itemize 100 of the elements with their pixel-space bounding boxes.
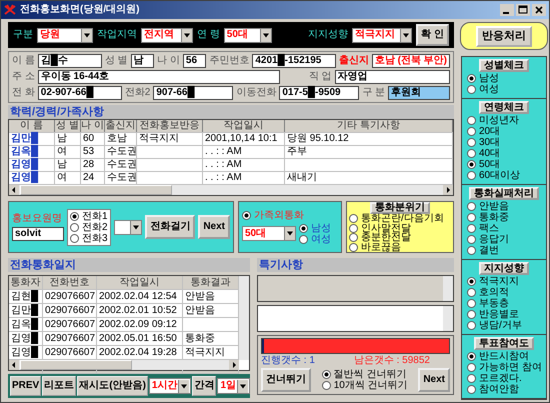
input-field[interactable]: 02-907-66█	[38, 86, 122, 100]
toolbar-button[interactable]: 리포트	[42, 376, 76, 396]
column-header[interactable]: 전화번호	[43, 276, 97, 289]
scroll-right-icon[interactable]	[229, 360, 239, 370]
radio-button[interactable]: 결번	[467, 245, 546, 256]
radio-button[interactable]: 60대이상	[467, 170, 546, 181]
minimize-icon[interactable]	[500, 4, 514, 16]
input-field[interactable]: 남	[130, 54, 154, 68]
radio-button[interactable]: 통화곤란/다음기회	[349, 214, 451, 224]
scroll-right-icon[interactable]	[443, 185, 453, 195]
radio-button[interactable]: 30대	[467, 137, 546, 148]
filter-dropdown[interactable]: 전지역	[141, 28, 193, 42]
table-cell: 김옥█	[9, 146, 55, 158]
column-header[interactable]: 나 이	[81, 120, 105, 132]
horizontal-scrollbar[interactable]	[9, 360, 239, 370]
radio-button[interactable]: 50대	[467, 159, 546, 170]
radio-button[interactable]: 여성	[299, 234, 331, 244]
input-field[interactable]: 우이동 16-44호	[38, 70, 280, 84]
scrollbar-thumb[interactable]	[20, 360, 132, 370]
period-dropdown[interactable]: 1시간	[148, 378, 192, 394]
filter-dropdown[interactable]: 50대	[224, 28, 272, 42]
radio-button[interactable]: 호의적	[467, 287, 546, 298]
group-header-button[interactable]: 지지성향	[479, 262, 529, 275]
filter-dropdown[interactable]: 적극지지	[352, 28, 412, 42]
table-cell: 60	[81, 133, 105, 145]
table-cell: 여	[55, 172, 81, 184]
radio-button[interactable]: 전화3	[70, 232, 108, 244]
call-button[interactable]: 전화걸기	[145, 215, 196, 239]
column-header[interactable]: 이 름	[9, 120, 55, 132]
radio-button[interactable]: 팩스	[467, 223, 546, 234]
radio-button[interactable]: 참여안함	[467, 384, 546, 395]
group-header-button[interactable]: 연령체크	[479, 101, 529, 114]
phone-dropdown[interactable]	[114, 220, 142, 234]
group-header-button[interactable]: 통화실패처리	[469, 187, 539, 200]
radio-button[interactable]: 인사말전달	[349, 224, 451, 233]
radio-button[interactable]: 모르겠다.	[467, 373, 546, 384]
interval-dropdown[interactable]: 1일	[217, 378, 250, 394]
radio-button[interactable]: 40대	[467, 148, 546, 159]
scrollbar-thumb[interactable]	[20, 185, 172, 195]
confirm-button[interactable]: 확 인	[416, 24, 449, 46]
notes-text-area[interactable]	[257, 305, 454, 332]
filter-dropdown[interactable]: 당원	[37, 28, 93, 42]
age-dropdown[interactable]: 50대	[242, 226, 296, 241]
radio-button[interactable]: 반드시참여	[467, 351, 546, 362]
call-button[interactable]: Next	[198, 215, 230, 239]
caller-field[interactable]: solvit	[12, 227, 64, 241]
scroll-left-icon[interactable]	[9, 360, 19, 370]
radio-button[interactable]: 부동층	[467, 298, 546, 309]
scroll-left-icon[interactable]	[9, 185, 19, 195]
radio-button[interactable]: 충분한전달	[349, 233, 451, 242]
input-field[interactable]: 907-66█	[153, 86, 234, 100]
radio-button[interactable]: 바로끊음	[349, 242, 451, 252]
table-cell: 김만█	[9, 304, 43, 317]
radio-button[interactable]: 안받음	[467, 201, 546, 212]
column-header[interactable]: 작업일시	[203, 120, 285, 132]
reaction-button[interactable]: 반응처리	[460, 22, 548, 50]
radio-button[interactable]: 가능하면 참여	[467, 362, 546, 373]
column-header[interactable]: 출신지	[105, 120, 137, 132]
radio-button[interactable]: 전화2	[70, 222, 108, 232]
radio-button[interactable]: 냉담/거부	[467, 320, 546, 331]
horizontal-scrollbar[interactable]	[9, 185, 453, 195]
column-header[interactable]: 통화결과	[183, 276, 239, 289]
next-button[interactable]: Next	[418, 368, 450, 392]
column-header[interactable]: 작업일시	[97, 276, 183, 289]
vertical-scrollbar[interactable]	[239, 276, 249, 360]
radio-button[interactable]: 응답기	[467, 234, 546, 245]
radio-button[interactable]: 적극지지	[467, 276, 546, 287]
group-header-button[interactable]: 투표참여도	[474, 337, 534, 350]
column-header[interactable]: 성 별	[55, 120, 81, 132]
radio-button[interactable]: 미성년자	[467, 115, 546, 126]
radio-button[interactable]: 10개씩 건너뛰기	[322, 380, 408, 391]
table-cell: . . : : AM	[203, 146, 285, 158]
toolbar-button[interactable]: PREV	[10, 376, 42, 396]
radio-button[interactable]: 절반씩 건너뛰기	[322, 369, 408, 380]
input-field[interactable]: 호남 (전북 부안)	[372, 54, 450, 68]
close-icon[interactable]	[532, 4, 546, 16]
radio-button[interactable]: 남성	[299, 222, 331, 234]
maximize-icon[interactable]	[516, 4, 530, 16]
toolbar-button[interactable]: 재시도(안받음)	[77, 376, 148, 396]
column-header[interactable]: 전화홍보반응	[137, 120, 203, 132]
column-header[interactable]: 통화자	[9, 276, 43, 289]
filter-label: 연 령	[197, 29, 220, 41]
input-field[interactable]: 후원회	[388, 86, 450, 100]
mood-header-button[interactable]: 통화분위기	[370, 202, 430, 214]
radio-button[interactable]: 반응별로	[467, 309, 546, 320]
radio-button[interactable]: 통화중	[467, 212, 546, 223]
input-field[interactable]: 4201█-152195	[252, 54, 336, 68]
radio-button[interactable]: 남성	[467, 73, 546, 84]
interval-button[interactable]: 간격	[192, 376, 216, 396]
input-field[interactable]: 017-5█-9509	[279, 86, 360, 100]
input-field[interactable]: 김█수	[38, 54, 102, 68]
notes-text-area[interactable]	[257, 275, 454, 302]
column-header[interactable]: 기타 특기사항	[285, 120, 453, 132]
radio-button[interactable]: 전화1	[70, 210, 108, 222]
radio-button[interactable]: 20대	[467, 126, 546, 137]
skip-button[interactable]: 건너뛰기	[261, 368, 311, 392]
group-header-button[interactable]: 성별체크	[479, 59, 529, 72]
input-field[interactable]: 56	[182, 54, 206, 68]
input-field[interactable]: 자영업	[334, 70, 450, 84]
radio-button[interactable]: 여성	[467, 84, 546, 95]
